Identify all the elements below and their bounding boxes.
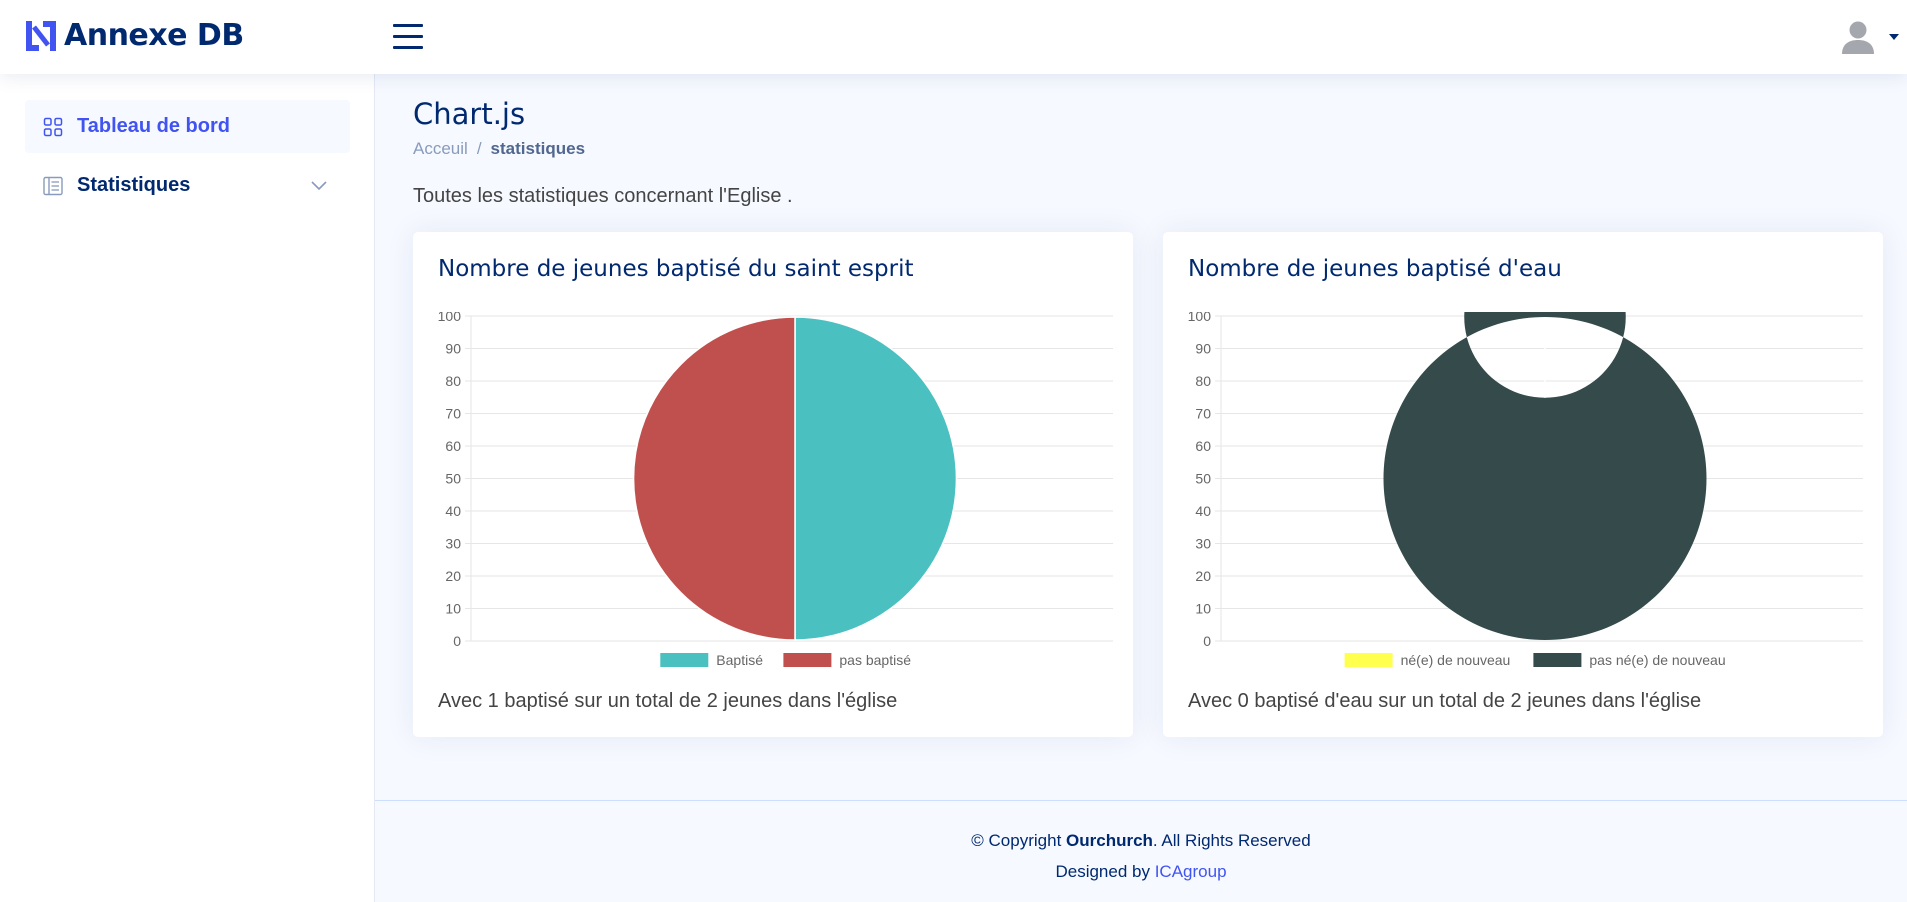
y-tick-label: 70 bbox=[445, 406, 461, 422]
sidebar-item-dashboard[interactable]: Tableau de bord bbox=[25, 100, 350, 153]
breadcrumb: Acceuil / statistiques bbox=[413, 139, 585, 159]
breadcrumb-current: statistiques bbox=[490, 139, 586, 158]
y-tick-label: 40 bbox=[445, 503, 461, 519]
y-tick-label: 60 bbox=[445, 438, 461, 454]
legend-label: Baptisé bbox=[716, 652, 763, 668]
pie-chart: 0 10 20 30 40 50 60 70 80 90 100 Baptisé pas baptisé bbox=[438, 312, 1113, 668]
y-tick-label: 30 bbox=[445, 536, 461, 552]
copyright-suffix: . All Rights Reserved bbox=[1152, 831, 1311, 850]
sidebar-item-statistics[interactable]: Statistiques bbox=[25, 159, 350, 212]
y-tick-label: 40 bbox=[1195, 503, 1211, 519]
app-name: Annexe DB bbox=[64, 18, 244, 53]
designed-prefix: Designed by bbox=[1055, 862, 1155, 881]
legend-swatch bbox=[1533, 653, 1582, 667]
y-tick-label: 0 bbox=[1203, 633, 1211, 649]
page-footer: © Copyright Ourchurch. All Rights Reserv… bbox=[375, 800, 1907, 902]
y-tick-label: 0 bbox=[453, 633, 461, 649]
legend-swatch bbox=[1344, 653, 1393, 667]
y-tick-label: 50 bbox=[1195, 471, 1211, 487]
layout-text-icon bbox=[43, 176, 63, 195]
y-tick-label: 10 bbox=[445, 601, 461, 617]
card-title: Nombre de jeunes baptisé du saint esprit bbox=[438, 256, 914, 282]
y-tick-label: 70 bbox=[1195, 406, 1211, 422]
logo-icon bbox=[26, 20, 56, 51]
slice-pas-baptis bbox=[632, 316, 796, 641]
y-tick-label: 80 bbox=[445, 373, 461, 389]
app-logo[interactable]: Annexe DB bbox=[24, 18, 244, 53]
sidebar: Tableau de bord Statistiques bbox=[0, 74, 375, 902]
user-menu[interactable] bbox=[1839, 18, 1899, 56]
legend-swatch bbox=[660, 653, 709, 667]
legend-swatch bbox=[783, 653, 832, 667]
card-title: Nombre de jeunes baptisé d'eau bbox=[1188, 256, 1562, 282]
copyright: © Copyright Ourchurch. All Rights Reserv… bbox=[375, 831, 1907, 851]
user-avatar-icon bbox=[1842, 21, 1874, 54]
sidebar-item-label: Tableau de bord bbox=[77, 115, 230, 137]
y-tick-label: 20 bbox=[445, 568, 461, 584]
breadcrumb-separator: / bbox=[476, 139, 482, 158]
slice-baptis bbox=[794, 316, 958, 641]
y-tick-label: 90 bbox=[445, 341, 461, 357]
copyright-prefix: © Copyright bbox=[971, 831, 1067, 850]
brand-name: Ourchurch bbox=[1066, 831, 1153, 850]
y-tick-label: 20 bbox=[1195, 568, 1211, 584]
y-tick-label: 50 bbox=[445, 471, 461, 487]
card-summary: Avec 0 baptisé d'eau sur un total de 2 j… bbox=[1188, 690, 1702, 712]
y-tick-label: 100 bbox=[1188, 312, 1212, 324]
y-tick-label: 10 bbox=[1195, 601, 1211, 617]
breadcrumb-home[interactable]: Acceuil bbox=[413, 139, 468, 159]
doughnut-chart: 0 10 20 30 40 50 60 70 80 90 100 né(e) de nouveau pa… bbox=[1188, 312, 1863, 668]
card-summary: Avec 1 baptisé sur un total de 2 jeunes … bbox=[438, 690, 898, 712]
chevron-down-icon bbox=[311, 181, 327, 191]
top-header: Annexe DB bbox=[0, 0, 1907, 74]
y-tick-label: 100 bbox=[438, 312, 462, 324]
menu-toggle-icon[interactable] bbox=[393, 24, 423, 50]
designed-by: Designed by ICAgroup bbox=[375, 862, 1907, 882]
page-title: Chart.js bbox=[413, 97, 526, 131]
designer-link[interactable]: ICAgroup bbox=[1155, 862, 1227, 881]
intro-text: Toutes les statistiques concernant l'Egl… bbox=[413, 185, 793, 207]
y-tick-label: 90 bbox=[1195, 341, 1211, 357]
caret-down-icon bbox=[1889, 34, 1899, 40]
grid-icon bbox=[43, 117, 63, 136]
legend-label: né(e) de nouveau bbox=[1401, 652, 1511, 668]
y-tick-label: 60 bbox=[1195, 438, 1211, 454]
legend-label: pas baptisé bbox=[839, 652, 911, 668]
y-tick-label: 80 bbox=[1195, 373, 1211, 389]
sidebar-item-label: Statistiques bbox=[77, 174, 191, 196]
chart-card-water: Nombre de jeunes baptisé d'eau 0 10 20 30 40… bbox=[1163, 232, 1883, 737]
y-tick-label: 30 bbox=[1195, 536, 1211, 552]
legend-label: pas né(e) de nouveau bbox=[1589, 652, 1725, 668]
chart-card-holy-spirit: Nombre de jeunes baptisé du saint esprit… bbox=[413, 232, 1133, 737]
